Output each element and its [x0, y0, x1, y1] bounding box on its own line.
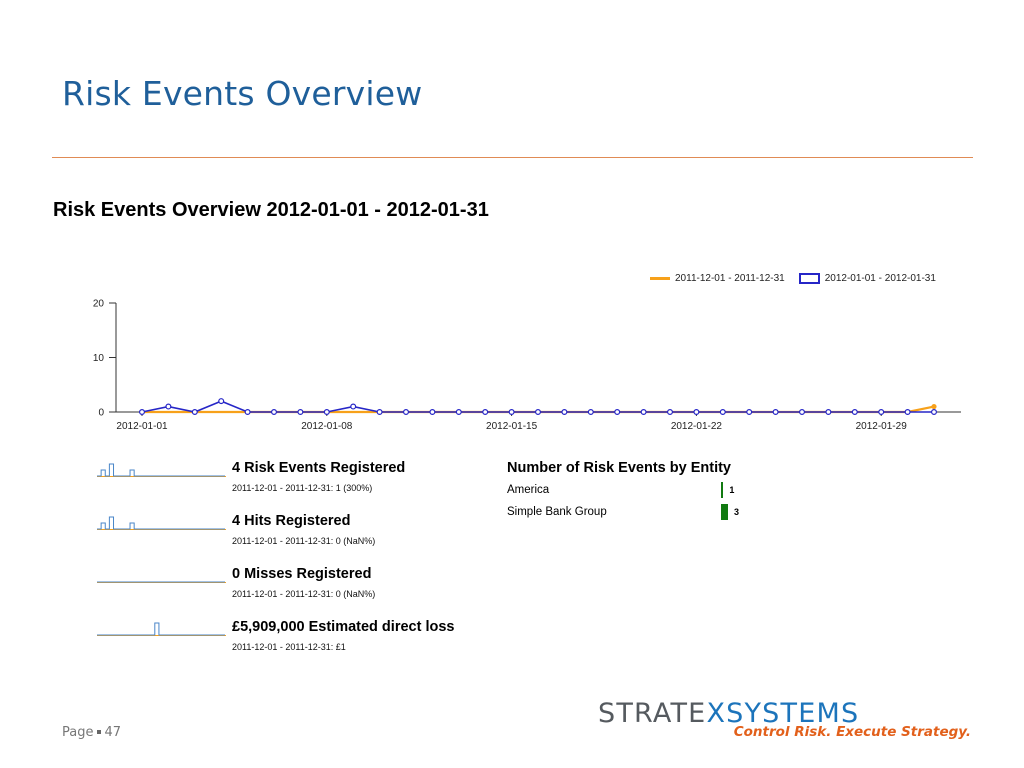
logo-tagline: Control Risk. Execute Strategy.: [733, 724, 971, 740]
legend-swatch-current: [798, 273, 820, 284]
risk-events-line-chart: 0 10 20 2012-01-01 2012-01-08 2012-01-15 2012-…: [93, 299, 961, 432]
data-point-prior: [931, 403, 937, 410]
data-point-current: [904, 409, 911, 416]
data-point-current: [640, 409, 647, 416]
data-point-current: [878, 409, 885, 416]
data-point-current: [429, 409, 436, 416]
data-point-current: [614, 409, 621, 416]
page-number: Page 47: [62, 725, 121, 740]
sparkline: [97, 463, 226, 477]
logo-word-part1: STRATE: [598, 698, 707, 729]
sparkline-current: [97, 463, 225, 477]
y-tick-label: 10: [93, 353, 105, 364]
data-point-current: [851, 409, 858, 416]
data-point-current: [350, 403, 357, 410]
entity-value-simple-bank-group: 3: [734, 507, 740, 517]
entity-label-america: America: [507, 484, 550, 496]
entity-bar-simple-bank-group: [721, 504, 728, 520]
entity-bar-america: [721, 482, 724, 498]
y-tick-label: 0: [98, 408, 104, 419]
data-point-current: [376, 409, 383, 416]
chart-legend: 2011-12-01 - 2011-12-31 2012-01-01 - 201…: [650, 273, 936, 284]
company-logo: STRATEXSYSTEMS Control Risk. Execute Str…: [598, 700, 973, 745]
data-point-current: [191, 409, 198, 416]
data-point-current: [297, 409, 304, 416]
stat-comparison: 2011-12-01 - 2011-12-31: £1: [232, 642, 346, 652]
data-point-current: [271, 409, 278, 416]
data-point-current: [666, 409, 673, 416]
x-tick-label: 2012-01-15: [486, 421, 538, 432]
stat-title: £5,909,000 Estimated direct loss: [232, 619, 455, 635]
data-point-current: [798, 409, 805, 416]
data-point-current: [244, 409, 251, 416]
data-point-current: [930, 409, 937, 416]
x-tick-label: 2012-01-08: [301, 421, 353, 432]
data-point-current: [455, 409, 462, 416]
legend-swatch-prior: [650, 277, 670, 280]
y-tick-label: 20: [93, 299, 105, 310]
data-point-current: [323, 409, 330, 416]
data-point-current: [587, 409, 594, 416]
x-tick-label: 2012-01-01: [116, 421, 168, 432]
sparkline: [97, 516, 226, 530]
bullet-separator: [97, 730, 102, 734]
data-point-current: [534, 409, 541, 416]
x-tick-label: 2012-01-29: [856, 421, 908, 432]
data-point-current: [403, 409, 410, 416]
data-point-current: [561, 409, 568, 416]
page-label: Page: [62, 725, 94, 740]
entity-table-title: Number of Risk Events by Entity: [507, 460, 731, 476]
entity-value-america: 1: [729, 485, 735, 495]
x-tick-label: 2012-01-22: [671, 421, 723, 432]
data-point-current: [139, 409, 146, 416]
legend-label-current[interactable]: 2012-01-01 - 2012-01-31: [825, 273, 936, 284]
sparkline-current: [97, 516, 225, 530]
sparkline: [97, 622, 226, 636]
data-point-current: [719, 409, 726, 416]
data-point-current: [482, 409, 489, 416]
stat-title: 0 Misses Registered: [232, 566, 372, 582]
data-point-current: [165, 403, 172, 410]
legend-label-prior[interactable]: 2011-12-01 - 2011-12-31: [675, 273, 785, 284]
sparkline-current: [97, 622, 225, 636]
data-point-current: [508, 409, 515, 416]
data-point-current: [218, 398, 225, 405]
data-point-current: [746, 409, 753, 416]
sparkline: [97, 581, 226, 583]
stat-comparison: 2011-12-01 - 2011-12-31: 0 (NaN%): [232, 589, 376, 599]
stat-comparison: 2011-12-01 - 2011-12-31: 1 (300%): [232, 483, 373, 493]
stat-title: 4 Risk Events Registered: [232, 460, 406, 476]
page-number-value: 47: [104, 725, 122, 740]
entity-label-simple-bank-group: Simple Bank Group: [507, 506, 607, 518]
data-point-current: [825, 409, 832, 416]
data-point-current: [772, 409, 779, 416]
stat-title: 4 Hits Registered: [232, 513, 351, 529]
stat-comparison: 2011-12-01 - 2011-12-31: 0 (NaN%): [232, 536, 376, 546]
data-point-current: [693, 409, 700, 416]
